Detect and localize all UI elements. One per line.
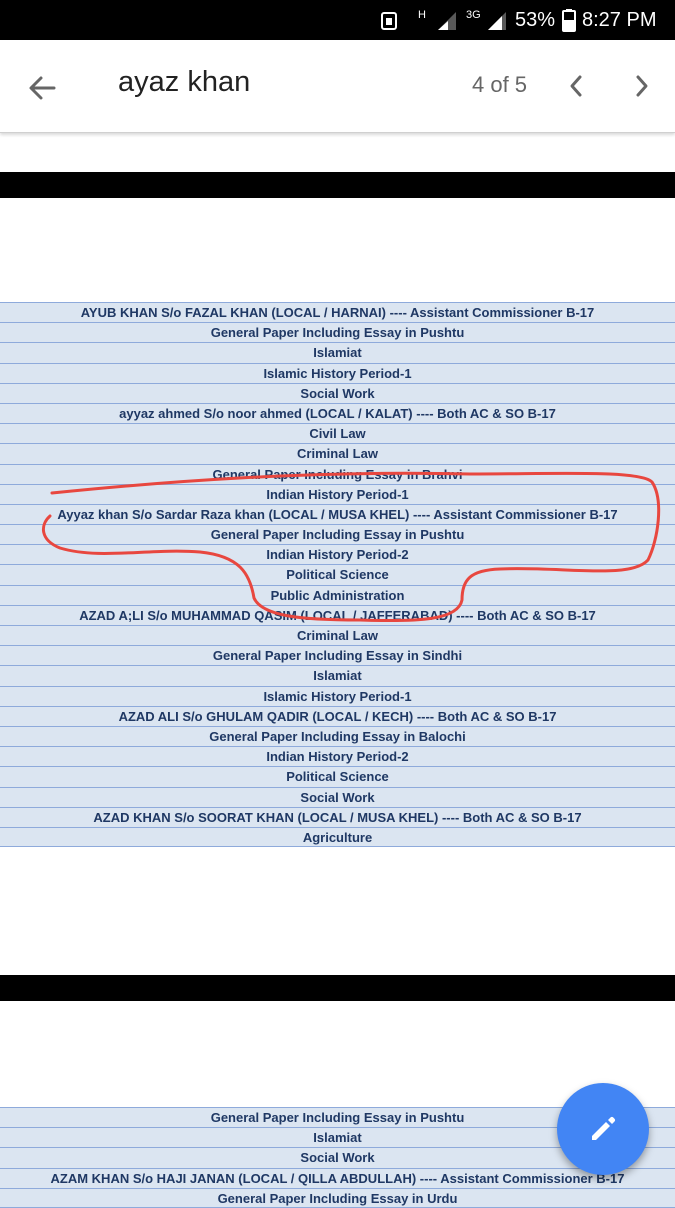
edit-fab-button[interactable]: [557, 1083, 649, 1175]
pencil-icon: [592, 1116, 616, 1140]
hand-drawn-circle-annotation: [41, 471, 661, 623]
